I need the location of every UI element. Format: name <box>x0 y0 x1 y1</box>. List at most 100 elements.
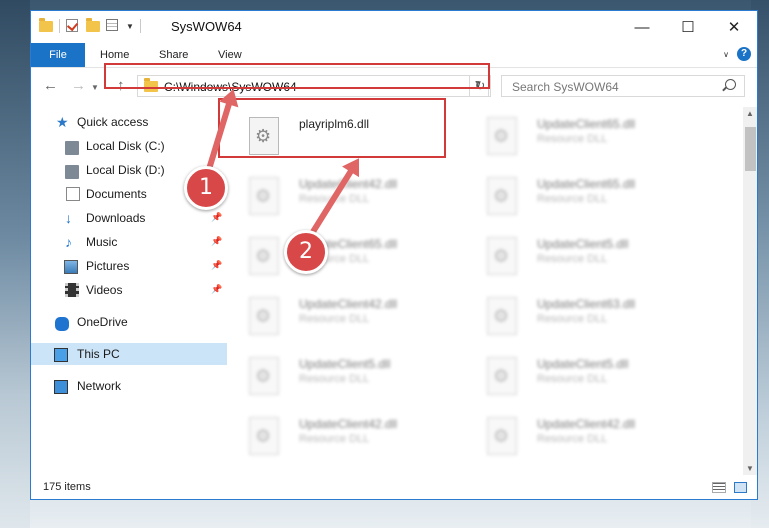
file-name: UpdateClient65.dll <box>537 177 636 191</box>
expand-ribbon-icon[interactable]: ∨ <box>723 50 729 59</box>
file-name: UpdateClient42.dll <box>299 417 398 431</box>
address-bar-highlight <box>104 63 490 89</box>
sidebar-item-videos[interactable]: Videos 📌 <box>31 279 227 301</box>
file-name: UpdateClient5.dll <box>537 357 629 371</box>
help-icon[interactable]: ? <box>737 47 751 61</box>
dll-file-icon <box>487 177 517 215</box>
dll-file-icon <box>249 357 279 395</box>
back-arrow-icon[interactable]: ← <box>43 77 58 94</box>
download-icon: ↓ <box>65 210 72 226</box>
dll-file-icon <box>487 237 517 275</box>
file-name: UpdateClient5.dll <box>537 237 629 251</box>
pin-icon[interactable]: 📌 <box>211 236 222 246</box>
recent-locations-dropdown-icon[interactable]: ▼ <box>91 83 99 92</box>
pin-icon[interactable]: 📌 <box>211 212 222 222</box>
file-list: playriplm6.dll UpdateClient42.dll Resour… <box>229 107 741 475</box>
file-item[interactable]: UpdateClient65.dll Resource DLL <box>467 171 687 223</box>
status-bar: 175 items <box>31 477 757 499</box>
sidebar-item-label: Downloads <box>86 211 146 225</box>
file-item[interactable]: UpdateClient5.dll Resource DLL <box>467 351 687 403</box>
file-item[interactable]: UpdateClient42.dll Resource DLL <box>229 291 449 343</box>
pin-icon[interactable]: 📌 <box>211 284 222 294</box>
file-name: UpdateClient42.dll <box>537 417 636 431</box>
sidebar-item-downloads[interactable]: ↓ Downloads 📌 <box>31 207 227 229</box>
sidebar-item-label: Local Disk (D:) <box>86 163 165 177</box>
file-item[interactable]: UpdateClient42.dll Resource DLL <box>229 171 449 223</box>
file-item[interactable]: UpdateClient63.dll Resource DLL <box>467 291 687 343</box>
pc-icon <box>54 347 68 362</box>
sidebar-item-quick-access[interactable]: ★ Quick access <box>31 111 227 133</box>
scroll-down-icon[interactable]: ▼ <box>746 464 754 473</box>
file-name: UpdateClient5.dll <box>299 357 391 371</box>
file-type: Resource DLL <box>537 313 608 325</box>
file-name: UpdateClient42.dll <box>299 297 398 311</box>
sidebar-item-label: Music <box>86 235 118 249</box>
music-icon: ♪ <box>65 234 72 250</box>
sidebar-item-label: Documents <box>86 187 147 201</box>
file-item[interactable]: UpdateClient65.dll Resource DLL <box>229 231 449 283</box>
dll-file-icon <box>249 297 279 335</box>
sidebar-item-label: Local Disk (C:) <box>86 139 165 153</box>
window-title: SysWOW64 <box>171 19 242 34</box>
onedrive-icon <box>55 316 69 331</box>
sidebar-item-pictures[interactable]: Pictures 📌 <box>31 255 227 277</box>
file-type: Resource DLL <box>537 433 608 445</box>
tab-file[interactable]: File <box>31 43 85 67</box>
search-box[interactable]: Search SysWOW64 <box>501 75 745 97</box>
customize-toolbar-dropdown-icon[interactable]: ▼ <box>126 22 134 31</box>
folder-icon <box>39 18 53 33</box>
minimize-button[interactable]: — <box>619 11 665 43</box>
sidebar-item-label: Quick access <box>77 115 149 129</box>
dll-file-icon <box>487 117 517 155</box>
sidebar-item-label: Network <box>77 379 122 393</box>
drive-icon <box>65 141 79 155</box>
file-item[interactable]: UpdateClient5.dll Resource DLL <box>229 351 449 403</box>
scroll-up-icon[interactable]: ▲ <box>746 109 754 118</box>
close-button[interactable]: ✕ <box>711 11 757 43</box>
videos-icon <box>65 283 79 297</box>
large-icons-view-icon[interactable] <box>734 482 747 493</box>
navigation-pane: ★ Quick access Local Disk (C:) Local Dis… <box>31 107 227 475</box>
details-view-icon[interactable] <box>712 482 726 493</box>
properties-check-icon[interactable] <box>66 19 80 33</box>
drive-icon <box>65 165 79 179</box>
file-item[interactable]: UpdateClient42.dll Resource DLL <box>229 411 449 463</box>
sidebar-item-network[interactable]: Network <box>31 375 227 397</box>
maximize-button[interactable]: ☐ <box>665 11 711 43</box>
sidebar-item-local-disk-c[interactable]: Local Disk (C:) <box>31 135 227 157</box>
pin-icon[interactable]: 📌 <box>211 260 222 270</box>
star-icon: ★ <box>56 114 69 130</box>
dll-file-icon <box>487 417 517 455</box>
forward-arrow-icon[interactable]: → <box>71 77 86 94</box>
new-folder-icon[interactable] <box>86 18 100 33</box>
file-item[interactable]: UpdateClient65.dll Resource DLL <box>467 111 687 163</box>
file-item[interactable]: UpdateClient5.dll Resource DLL <box>467 231 687 283</box>
sidebar-item-this-pc[interactable]: This PC <box>31 343 227 365</box>
sidebar-item-onedrive[interactable]: OneDrive <box>31 311 227 333</box>
scrollbar-thumb[interactable] <box>745 127 756 171</box>
properties-icon[interactable] <box>106 19 120 33</box>
toolbar-divider <box>139 19 141 33</box>
search-input[interactable]: Search SysWOW64 <box>512 80 619 94</box>
file-type: Resource DLL <box>299 373 370 385</box>
dll-file-icon <box>487 357 517 395</box>
documents-icon <box>66 187 80 201</box>
file-item[interactable]: UpdateClient42.dll Resource DLL <box>467 411 687 463</box>
dll-file-icon <box>487 297 517 335</box>
file-name: UpdateClient65.dll <box>537 117 636 131</box>
vertical-scrollbar[interactable]: ▲ ▼ <box>743 107 757 475</box>
step-1-badge: 1 <box>184 166 228 210</box>
toolbar-divider <box>59 19 60 33</box>
item-count: 175 items <box>43 481 91 493</box>
dll-file-icon <box>249 177 279 215</box>
view-switcher <box>712 482 747 493</box>
dll-file-icon <box>249 237 279 275</box>
sidebar-item-label: OneDrive <box>77 315 128 329</box>
pictures-icon <box>64 260 78 274</box>
sidebar-item-music[interactable]: ♪ Music 📌 <box>31 231 227 253</box>
file-type: Resource DLL <box>299 433 370 445</box>
step-2-badge: 2 <box>284 230 328 274</box>
file-name: UpdateClient63.dll <box>537 297 636 311</box>
network-icon <box>54 380 68 394</box>
window-controls: — ☐ ✕ <box>619 11 757 43</box>
